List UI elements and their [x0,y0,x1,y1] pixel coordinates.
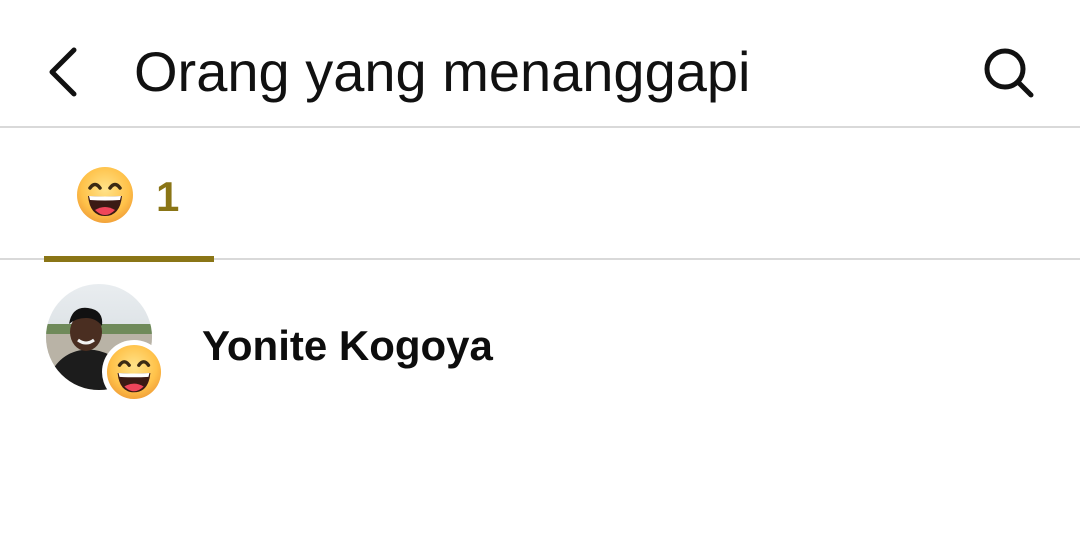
laughing-emoji-icon [106,344,162,400]
user-name[interactable]: Yonite Kogoya [202,320,493,372]
reaction-badge [102,340,166,404]
reaction-tabs: 1 [0,128,1080,262]
laughing-emoji-icon [77,167,133,223]
tab-laughing-reaction[interactable]: 1 [44,128,214,262]
search-button[interactable] [974,38,1044,108]
chevron-left-icon [49,47,77,97]
back-button[interactable] [32,36,96,108]
tab-reaction-count: 1 [156,173,180,220]
reactions-list: Yonite Kogoya [0,260,1080,410]
search-icon [984,48,1034,98]
list-item[interactable]: Yonite Kogoya [0,260,1080,410]
app-header: Orang yang menanggapi [0,0,1080,128]
page-title: Orang yang menanggapi [134,40,751,103]
